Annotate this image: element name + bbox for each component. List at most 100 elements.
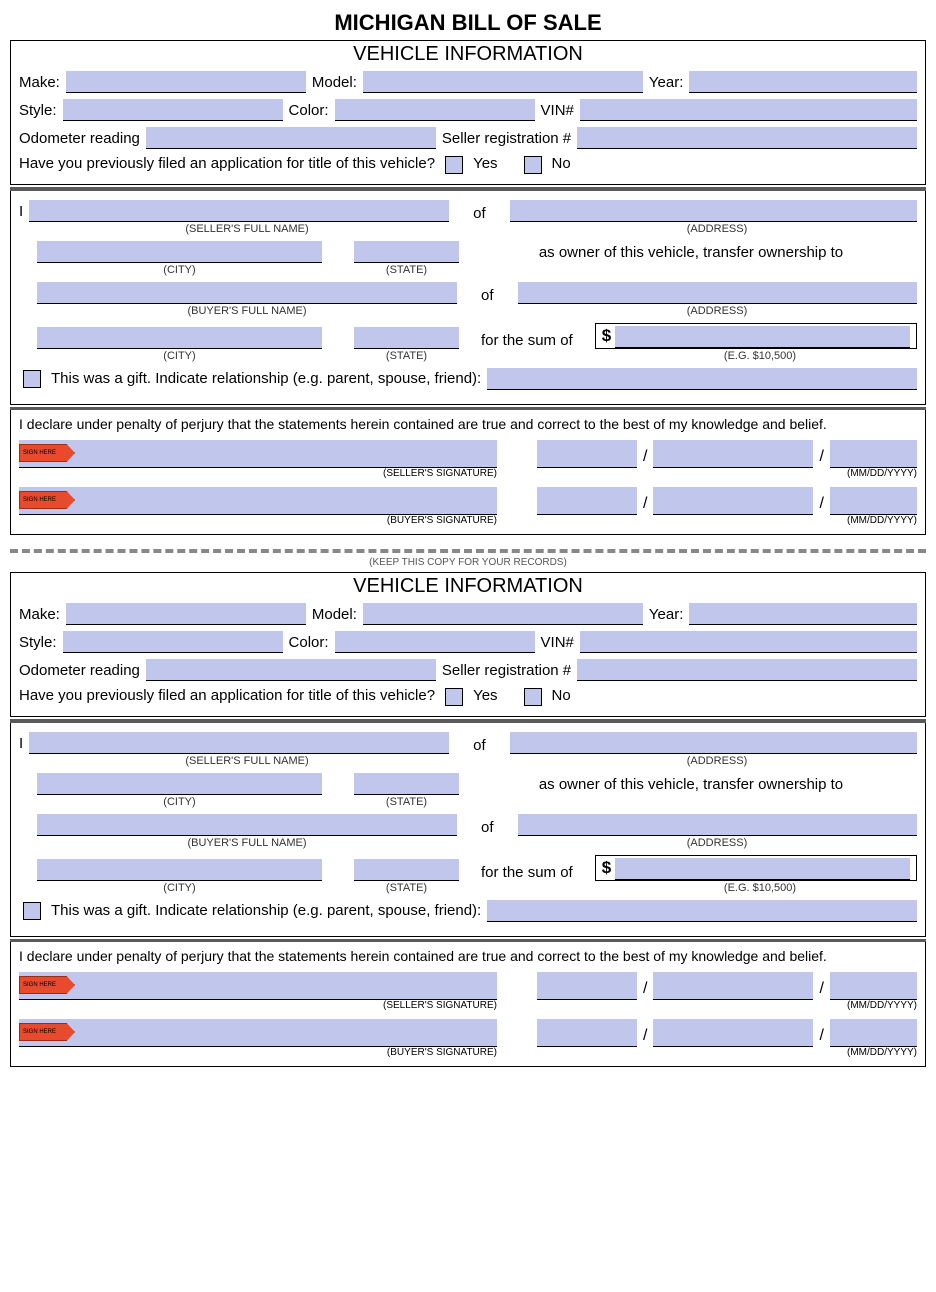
buyer-address-input[interactable] — [518, 814, 917, 836]
no-checkbox[interactable] — [524, 156, 542, 174]
gift-checkbox[interactable] — [23, 902, 41, 920]
date-caption: (MM/DD/YYYY) — [537, 515, 917, 526]
buyer-state-caption: (STATE) — [354, 350, 459, 362]
style-input[interactable] — [63, 631, 283, 653]
buyer-address-input[interactable] — [518, 282, 917, 304]
color-input[interactable] — [335, 99, 535, 121]
seller-state-input[interactable] — [354, 241, 459, 263]
odometer-label: Odometer reading — [19, 130, 140, 149]
seller-reg-label: Seller registration # — [442, 662, 571, 681]
buyer-signature-input[interactable]: SIGN HERE — [19, 487, 497, 515]
for-sum-label: for the sum of — [465, 332, 589, 349]
amount-input[interactable] — [615, 326, 910, 348]
odometer-input[interactable] — [146, 659, 436, 681]
seller-date-dd-input[interactable] — [653, 972, 813, 1000]
color-input[interactable] — [335, 631, 535, 653]
dollar-sign: $ — [602, 326, 615, 346]
buyer-state-input[interactable] — [354, 859, 459, 881]
seller-city-input[interactable] — [37, 773, 322, 795]
buyer-name-input[interactable] — [37, 282, 457, 304]
odometer-label: Odometer reading — [19, 662, 140, 681]
seller-date-yyyy-input[interactable] — [830, 972, 917, 1000]
seller-state-input[interactable] — [354, 773, 459, 795]
date-caption: (MM/DD/YYYY) — [537, 468, 917, 479]
vin-input[interactable] — [580, 99, 917, 121]
relationship-input[interactable] — [487, 368, 917, 390]
buyer-sig-caption: (BUYER'S SIGNATURE) — [19, 1047, 497, 1058]
make-label: Make: — [19, 74, 60, 93]
declaration-text: I declare under penalty of perjury that … — [11, 946, 925, 966]
buyer-city-input[interactable] — [37, 859, 322, 881]
vehicle-info-header: VEHICLE INFORMATION — [11, 573, 925, 600]
slash: / — [817, 448, 825, 468]
year-label: Year: — [649, 74, 683, 93]
make-input[interactable] — [66, 603, 306, 625]
slash: / — [641, 495, 649, 515]
yes-checkbox[interactable] — [445, 688, 463, 706]
of-label: of — [455, 737, 504, 754]
sign-here-icon: SIGN HERE — [19, 1023, 75, 1041]
i-label: I — [19, 735, 23, 754]
seller-address-input[interactable] — [510, 732, 917, 754]
odometer-input[interactable] — [146, 127, 436, 149]
sign-here-icon: SIGN HERE — [19, 976, 75, 994]
no-checkbox[interactable] — [524, 688, 542, 706]
owner-transfer-text: as owner of this vehicle, transfer owner… — [465, 244, 917, 263]
seller-reg-input[interactable] — [577, 659, 917, 681]
seller-address-input[interactable] — [510, 200, 917, 222]
seller-city-caption: (CITY) — [37, 796, 322, 808]
seller-signature-input[interactable]: SIGN HERE — [19, 440, 497, 468]
seller-reg-input[interactable] — [577, 127, 917, 149]
buyer-signature-input[interactable]: SIGN HERE — [19, 1019, 497, 1047]
declaration-text: I declare under penalty of perjury that … — [11, 414, 925, 434]
style-label: Style: — [19, 102, 57, 121]
owner-transfer-text: as owner of this vehicle, transfer owner… — [465, 776, 917, 795]
year-label: Year: — [649, 606, 683, 625]
model-input[interactable] — [363, 603, 643, 625]
amount-input[interactable] — [615, 858, 910, 880]
buyer-city-input[interactable] — [37, 327, 322, 349]
seller-state-caption: (STATE) — [354, 796, 459, 808]
tear-line — [10, 549, 926, 553]
year-input[interactable] — [689, 71, 917, 93]
style-input[interactable] — [63, 99, 283, 121]
slash: / — [817, 980, 825, 1000]
seller-name-caption: (SELLER'S FULL NAME) — [37, 223, 457, 235]
buyer-date-dd-input[interactable] — [653, 1019, 813, 1047]
buyer-date-yyyy-input[interactable] — [830, 1019, 917, 1047]
buyer-date-dd-input[interactable] — [653, 487, 813, 515]
slash: / — [641, 1027, 649, 1047]
of-label-2: of — [463, 287, 512, 304]
year-input[interactable] — [689, 603, 917, 625]
seller-name-input[interactable] — [29, 732, 449, 754]
buyer-sig-caption: (BUYER'S SIGNATURE) — [19, 515, 497, 526]
vin-input[interactable] — [580, 631, 917, 653]
seller-date-mm-input[interactable] — [537, 972, 637, 1000]
make-input[interactable] — [66, 71, 306, 93]
vin-label: VIN# — [541, 634, 574, 653]
buyer-state-input[interactable] — [354, 327, 459, 349]
yes-checkbox[interactable] — [445, 156, 463, 174]
seller-signature-input[interactable]: SIGN HERE — [19, 972, 497, 1000]
buyer-name-caption: (BUYER'S FULL NAME) — [37, 305, 457, 317]
i-label: I — [19, 203, 23, 222]
model-label: Model: — [312, 606, 357, 625]
style-label: Style: — [19, 634, 57, 653]
transfer-section-copy: I of (SELLER'S FULL NAME) (ADDRESS) as o… — [10, 723, 926, 937]
model-input[interactable] — [363, 71, 643, 93]
relationship-input[interactable] — [487, 900, 917, 922]
seller-name-input[interactable] — [29, 200, 449, 222]
gift-checkbox[interactable] — [23, 370, 41, 388]
seller-date-yyyy-input[interactable] — [830, 440, 917, 468]
buyer-date-yyyy-input[interactable] — [830, 487, 917, 515]
seller-date-mm-input[interactable] — [537, 440, 637, 468]
seller-city-input[interactable] — [37, 241, 322, 263]
of-label-2: of — [463, 819, 512, 836]
date-caption: (MM/DD/YYYY) — [537, 1047, 917, 1058]
buyer-name-input[interactable] — [37, 814, 457, 836]
seller-reg-label: Seller registration # — [442, 130, 571, 149]
buyer-state-caption: (STATE) — [354, 882, 459, 894]
buyer-date-mm-input[interactable] — [537, 487, 637, 515]
seller-date-dd-input[interactable] — [653, 440, 813, 468]
buyer-date-mm-input[interactable] — [537, 1019, 637, 1047]
